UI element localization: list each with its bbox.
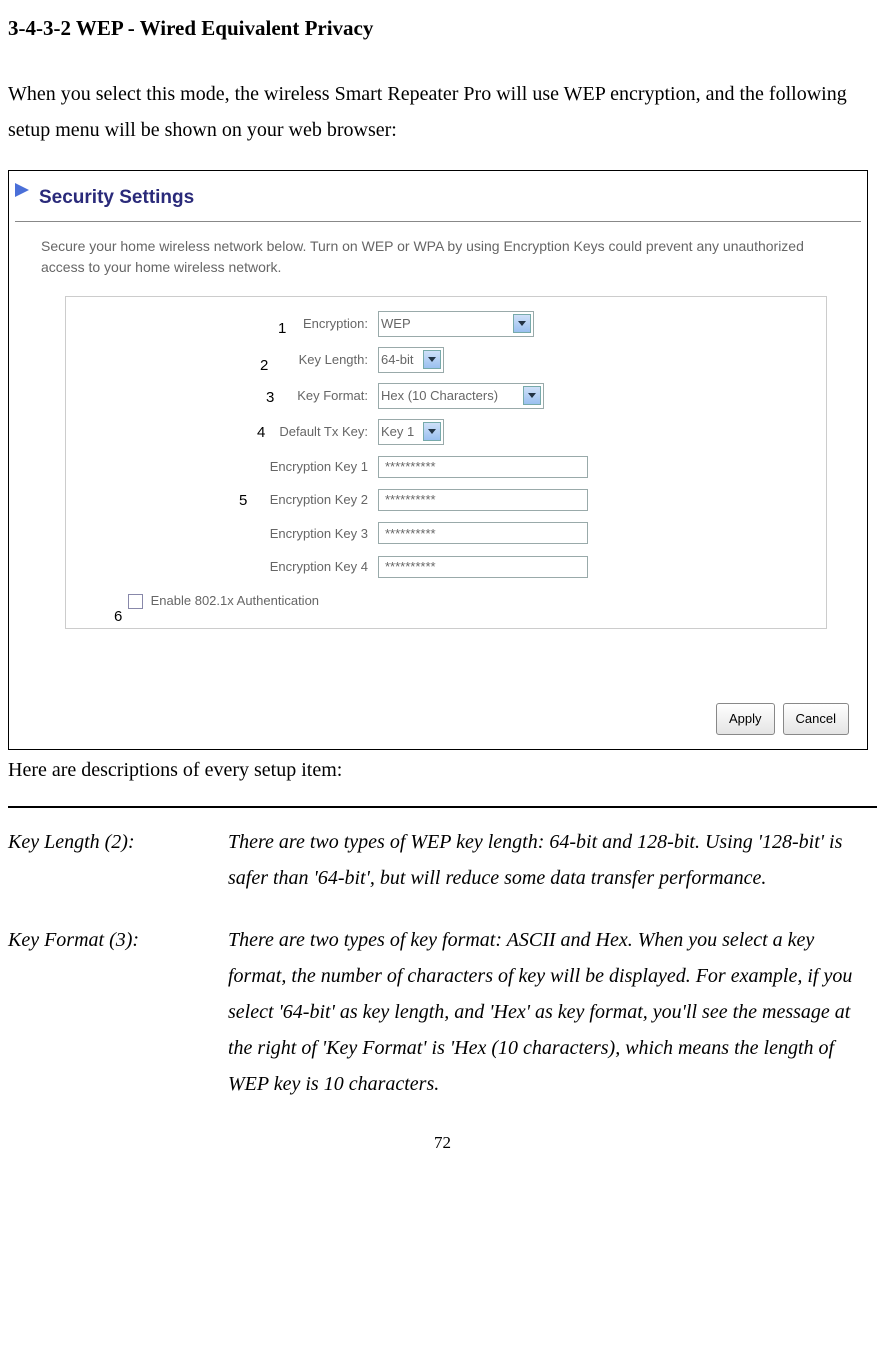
callout-4: 4 bbox=[257, 419, 265, 446]
desc-key-format-text: There are two types of key format: ASCII… bbox=[228, 922, 877, 1102]
enable-8021x-label: Enable 802.1x Authentication bbox=[151, 593, 319, 608]
key2-input[interactable]: ********** bbox=[378, 489, 588, 511]
label-key2: Encryption Key 2 bbox=[78, 488, 378, 511]
separator-rule bbox=[8, 806, 877, 808]
panel-title: Security Settings bbox=[9, 171, 867, 219]
desc-key-length-label: Key Length (2): bbox=[8, 824, 228, 896]
label-key1: Encryption Key 1 bbox=[78, 455, 378, 478]
button-row: Apply Cancel bbox=[716, 703, 849, 734]
encryption-select[interactable]: WEP bbox=[378, 311, 534, 337]
label-default-tx: Default Tx Key: bbox=[78, 420, 378, 443]
row-default-tx: Default Tx Key: Key 1 bbox=[78, 419, 814, 445]
chevron-down-icon bbox=[523, 386, 541, 405]
apply-button[interactable]: Apply bbox=[716, 703, 775, 734]
encryption-select-value: WEP bbox=[381, 312, 411, 335]
descriptions-intro: Here are descriptions of every setup ite… bbox=[8, 752, 877, 788]
key2-value: ********** bbox=[385, 488, 436, 511]
settings-table: Encryption: WEP Key Length: 64-bit Key F… bbox=[65, 296, 827, 629]
key1-value: ********** bbox=[385, 455, 436, 478]
row-key-length: Key Length: 64-bit bbox=[78, 347, 814, 373]
label-key4: Encryption Key 4 bbox=[78, 555, 378, 578]
screenshot-frame: Security Settings Secure your home wirel… bbox=[8, 170, 868, 750]
label-key-length: Key Length: bbox=[78, 348, 378, 371]
row-key-format: Key Format: Hex (10 Characters) bbox=[78, 383, 814, 409]
panel-rule bbox=[15, 221, 861, 222]
key-length-select[interactable]: 64-bit bbox=[378, 347, 444, 373]
key4-value: ********** bbox=[385, 555, 436, 578]
callout-5: 5 bbox=[239, 487, 247, 514]
label-encryption: Encryption: bbox=[78, 312, 378, 335]
callout-3: 3 bbox=[266, 384, 274, 411]
callout-2: 2 bbox=[260, 352, 268, 379]
row-key1: Encryption Key 1 ********** bbox=[78, 455, 814, 478]
cancel-button[interactable]: Cancel bbox=[783, 703, 849, 734]
row-8021x: Enable 802.1x Authentication bbox=[128, 589, 814, 612]
row-key4: Encryption Key 4 ********** bbox=[78, 555, 814, 578]
callout-6: 6 bbox=[114, 603, 122, 630]
chevron-down-icon bbox=[423, 350, 441, 369]
desc-key-format-row: Key Format (3): There are two types of k… bbox=[8, 922, 877, 1102]
row-encryption: Encryption: WEP bbox=[78, 311, 814, 337]
callout-1: 1 bbox=[278, 315, 286, 342]
section-heading: 3-4-3-2 WEP - Wired Equivalent Privacy bbox=[8, 10, 877, 48]
enable-8021x-checkbox[interactable] bbox=[128, 594, 143, 609]
row-key3: Encryption Key 3 ********** bbox=[78, 522, 814, 545]
intro-paragraph: When you select this mode, the wireless … bbox=[8, 76, 877, 148]
title-arrow-icon bbox=[15, 183, 29, 197]
chevron-down-icon bbox=[513, 314, 531, 333]
key4-input[interactable]: ********** bbox=[378, 556, 588, 578]
panel-description: Secure your home wireless network below.… bbox=[9, 236, 867, 290]
key3-input[interactable]: ********** bbox=[378, 522, 588, 544]
desc-key-format-label: Key Format (3): bbox=[8, 922, 228, 1102]
label-key3: Encryption Key 3 bbox=[78, 522, 378, 545]
default-tx-select[interactable]: Key 1 bbox=[378, 419, 444, 445]
label-key-format: Key Format: bbox=[78, 384, 378, 407]
key1-input[interactable]: ********** bbox=[378, 456, 588, 478]
panel-title-text: Security Settings bbox=[39, 187, 194, 208]
key-length-select-value: 64-bit bbox=[381, 348, 414, 371]
page-number: 72 bbox=[8, 1128, 877, 1159]
key3-value: ********** bbox=[385, 522, 436, 545]
default-tx-select-value: Key 1 bbox=[381, 420, 414, 443]
key-format-select-value: Hex (10 Characters) bbox=[381, 384, 498, 407]
key-format-select[interactable]: Hex (10 Characters) bbox=[378, 383, 544, 409]
row-key2: Encryption Key 2 ********** bbox=[78, 488, 814, 511]
desc-key-length-text: There are two types of WEP key length: 6… bbox=[228, 824, 877, 896]
desc-key-length-row: Key Length (2): There are two types of W… bbox=[8, 824, 877, 896]
chevron-down-icon bbox=[423, 422, 441, 441]
